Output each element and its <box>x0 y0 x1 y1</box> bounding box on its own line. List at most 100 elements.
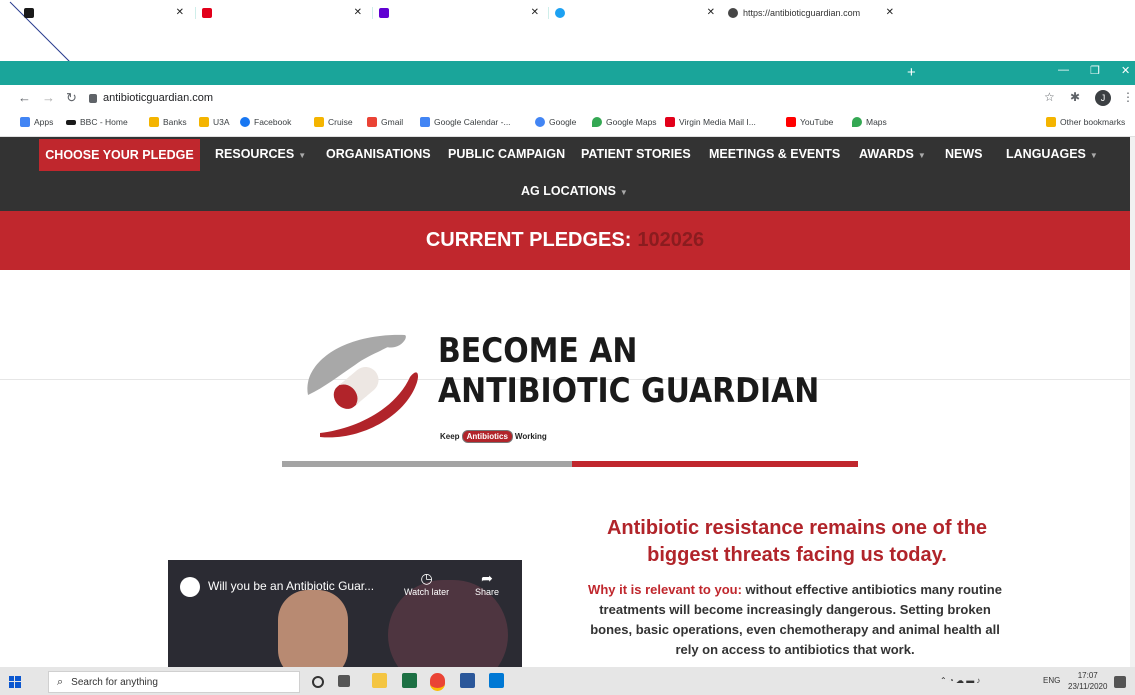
share-button[interactable]: ➦ Share <box>475 570 499 597</box>
taskbar-search-input[interactable]: ⌕ Search for anything <box>48 671 300 693</box>
bookmark-apps[interactable]: Apps <box>20 117 53 127</box>
nav-awards[interactable]: AWARDS ▼ <box>859 147 926 161</box>
tab-antibiotic-guardian[interactable]: https://antibioticguardian.com ✕ <box>724 2 900 24</box>
bookmark-virgin-mail[interactable]: Virgin Media Mail I... <box>665 117 756 127</box>
logo-line-1: BECOME AN <box>438 331 638 371</box>
bookmark-u3a[interactable]: U3A <box>199 117 230 127</box>
tab-title: twitter.com - Yahoo Search Results <box>394 8 524 18</box>
divider-red <box>572 461 858 467</box>
close-icon[interactable]: ✕ <box>707 7 715 18</box>
bookmark-other[interactable]: Other bookmarks <box>1046 117 1125 127</box>
tab-title: https://antibioticguardian.com <box>743 8 861 18</box>
nav-languages[interactable]: LANGUAGES ▼ <box>1006 147 1098 161</box>
youtube-video[interactable]: Will you be an Antibiotic Guar... ◷ Watch… <box>168 560 522 667</box>
menu-icon[interactable]: ⋮ <box>1122 90 1134 104</box>
logo-line-2: ANTIBIOTIC GUARDIAN <box>438 371 820 411</box>
excel-icon[interactable] <box>402 673 417 688</box>
current-pledges-banner: CURRENT PLEDGES: 102026 <box>0 211 1130 270</box>
reload-icon[interactable]: ↻ <box>66 90 77 106</box>
clock-time: 17:07 <box>1077 671 1098 680</box>
system-tray-icons[interactable]: ⌃ ◔ ☁ ▬ ♪ <box>940 676 980 685</box>
nav-organisations[interactable]: ORGANISATIONS <box>326 147 431 161</box>
apps-grid-icon <box>20 117 30 127</box>
bookmark-gmail[interactable]: Gmail <box>367 117 403 127</box>
scrollbar[interactable] <box>1130 137 1135 667</box>
maximize-button[interactable]: ❐ <box>1090 64 1100 77</box>
body-paragraph: Why it is relevant to you: without effec… <box>585 580 1005 660</box>
bookmark-google[interactable]: Google <box>535 117 576 127</box>
tab-title: BBC - Home <box>39 8 90 18</box>
tab-bbc[interactable]: BBC - Home ✕ <box>20 2 190 24</box>
windows-start-icon[interactable] <box>9 676 21 688</box>
bookmark-cruise[interactable]: Cruise <box>314 117 353 127</box>
chrome-icon[interactable] <box>430 673 445 691</box>
nav-news[interactable]: NEWS <box>945 147 983 161</box>
bookmark-banks[interactable]: Banks <box>149 117 187 127</box>
bbc-icon <box>66 119 76 125</box>
lock-icon <box>89 93 97 103</box>
task-view-icon[interactable] <box>338 675 350 687</box>
watch-later-button[interactable]: ◷ Watch later <box>404 570 449 597</box>
close-icon[interactable]: ✕ <box>531 7 539 18</box>
chevron-down-icon: ▼ <box>298 151 307 160</box>
nav-meetings-events[interactable]: MEETINGS & EVENTS <box>709 147 840 161</box>
close-icon[interactable]: ✕ <box>354 7 362 18</box>
video-title[interactable]: Will you be an Antibiotic Guar... <box>208 579 374 593</box>
avatar[interactable]: J <box>1095 90 1111 106</box>
notifications-icon[interactable] <box>1114 676 1126 688</box>
nav-patient-stories[interactable]: PATIENT STORIES <box>581 147 691 161</box>
close-window-button[interactable]: ✕ <box>1121 64 1130 77</box>
tab-title: Virgin Media Mail Inbox <box>217 8 311 18</box>
nav-public-campaign[interactable]: PUBLIC CAMPAIGN <box>448 147 565 161</box>
chevron-down-icon: ▼ <box>619 188 628 197</box>
bookmark-bbc[interactable]: BBC - Home <box>66 117 128 127</box>
pledges-count: 102026 <box>637 229 705 251</box>
gmail-icon <box>367 117 377 127</box>
file-explorer-icon[interactable] <box>372 673 387 688</box>
tab-twitter[interactable]: (2) #AntibioticGuardian - Twitter ✕ <box>551 2 721 24</box>
url-input[interactable]: antibioticguardian.com <box>89 89 1029 107</box>
choose-your-pledge-button[interactable]: CHOOSE YOUR PLEDGE <box>39 139 200 171</box>
minimize-button[interactable]: — <box>1058 64 1069 76</box>
folder-icon <box>199 117 209 127</box>
nav-ag-locations[interactable]: AG LOCATIONS ▼ <box>521 184 628 198</box>
bookmark-facebook[interactable]: Facebook <box>240 117 291 127</box>
virgin-media-icon <box>202 8 212 18</box>
close-icon[interactable]: ✕ <box>886 7 894 18</box>
wordpress-icon <box>728 8 738 18</box>
extensions-icon[interactable]: ✱ <box>1070 90 1080 104</box>
google-icon <box>535 117 545 127</box>
facebook-icon <box>240 117 250 127</box>
language-indicator[interactable]: ENG <box>1043 676 1060 685</box>
twitter-icon <box>555 8 565 18</box>
browser-tab-strip <box>0 61 1135 85</box>
tab-title: (2) #AntibioticGuardian - Twitter <box>570 8 697 18</box>
tab-virgin-mail[interactable]: Virgin Media Mail Inbox ✕ <box>198 2 368 24</box>
tab-yahoo-search[interactable]: twitter.com - Yahoo Search Results ✕ <box>375 2 545 24</box>
map-pin-icon <box>852 117 862 127</box>
antibiotics-pill: Antibiotics <box>461 430 513 443</box>
star-icon[interactable]: ☆ <box>1044 90 1055 104</box>
bbc-icon <box>24 8 34 18</box>
bookmark-youtube[interactable]: YouTube <box>786 117 833 127</box>
forward-icon[interactable]: → <box>42 90 55 105</box>
clock[interactable]: 17:07 23/11/2020 <box>1068 670 1107 692</box>
folder-icon <box>314 117 324 127</box>
antibiotic-guardian-logo <box>307 334 418 438</box>
bookmark-google-maps[interactable]: Google Maps <box>592 117 657 127</box>
word-icon[interactable] <box>460 673 475 688</box>
channel-icon[interactable] <box>180 577 200 597</box>
nav-resources[interactable]: RESOURCES ▼ <box>215 147 306 161</box>
chevron-down-icon: ▼ <box>917 151 926 160</box>
close-icon[interactable]: ✕ <box>176 7 184 18</box>
bookmark-maps[interactable]: Maps <box>852 117 887 127</box>
youtube-icon <box>786 117 796 127</box>
cortana-icon[interactable] <box>312 676 324 688</box>
new-tab-button[interactable]: + <box>907 64 916 81</box>
folder-icon <box>1046 117 1056 127</box>
app-icon[interactable] <box>489 673 504 688</box>
bookmark-google-calendar[interactable]: Google Calendar -... <box>420 117 511 127</box>
back-icon[interactable]: ← <box>18 90 31 105</box>
url-text: antibioticguardian.com <box>103 92 214 104</box>
clock-icon: ◷ <box>420 570 433 586</box>
